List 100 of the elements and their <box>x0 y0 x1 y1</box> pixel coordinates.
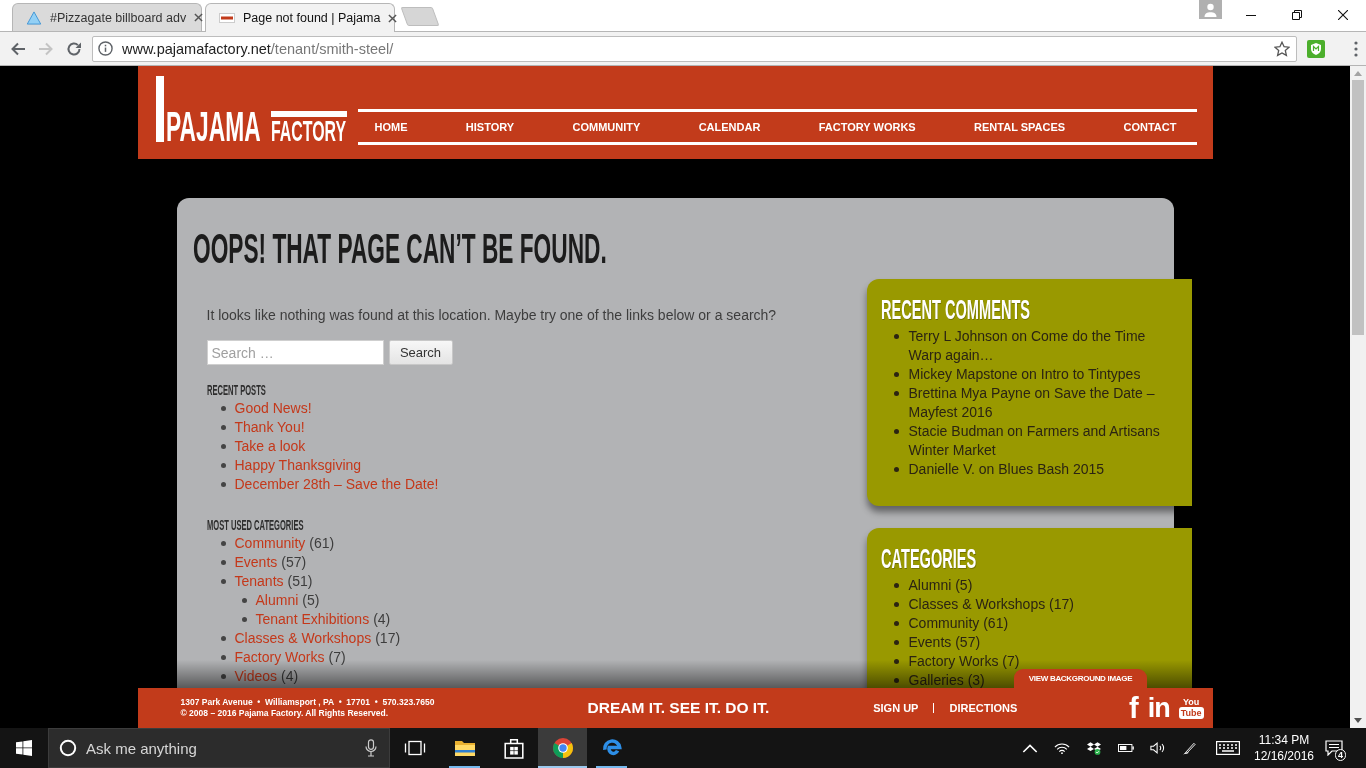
nav-link[interactable]: RENTAL SPACES <box>974 121 1066 133</box>
widget-link[interactable]: Galleries (3) <box>908 671 985 690</box>
bullet-icon <box>893 583 899 588</box>
bullet-icon <box>893 602 899 607</box>
address-text: 1307 Park Avenue • Williamsport , PA • 17701 • 570.323.7650 <box>180 697 436 708</box>
bullet-icon <box>893 467 899 472</box>
restore-icon[interactable] <box>1292 10 1302 20</box>
reload-icon[interactable] <box>66 40 82 57</box>
bullet-icon <box>220 425 226 430</box>
task-view-icon[interactable] <box>404 740 426 756</box>
nav-link[interactable]: CONTACT <box>1123 121 1177 133</box>
notification-count: 4 <box>1335 749 1346 761</box>
bullet-icon <box>220 636 226 641</box>
bullet-icon <box>220 482 226 487</box>
close-icon[interactable] <box>1338 10 1348 20</box>
box-check-icon[interactable] <box>1086 741 1102 755</box>
nav-link[interactable]: CALENDAR <box>698 121 761 133</box>
scroll-down-arrow-icon[interactable] <box>1354 718 1362 723</box>
search-button[interactable]: Search <box>388 340 453 365</box>
section-heading: MOST USED CATEGORIES <box>206 518 303 532</box>
browser-tab[interactable]: Page not found | Pajama <box>205 3 395 32</box>
post-count: (5) <box>302 591 320 610</box>
bullet-icon <box>241 617 247 622</box>
close-icon[interactable] <box>194 13 204 22</box>
bullet-icon <box>893 372 899 377</box>
clock[interactable]: 11:34 PM 12/16/2016 <box>1250 732 1318 764</box>
bullet-icon <box>893 334 899 339</box>
post-count: (7) <box>328 648 346 667</box>
back-arrow-icon[interactable] <box>10 40 26 57</box>
scrollbar[interactable] <box>1350 66 1366 728</box>
bullet-icon <box>220 406 226 411</box>
post-count: (61) <box>309 534 335 553</box>
site-logo-icon <box>219 11 235 25</box>
widget-heading: CATEGORIES <box>880 544 976 574</box>
scrollbar-thumb[interactable] <box>1352 80 1364 335</box>
menu-icon[interactable] <box>1354 40 1358 57</box>
bullet-icon <box>893 640 899 645</box>
bullet-icon <box>220 444 226 449</box>
widget-link[interactable]: Mickey Mapstone on Intro to Tintypes <box>908 365 1141 384</box>
bullet-icon <box>893 391 899 396</box>
bullet-icon <box>220 560 226 565</box>
browser-icon <box>551 737 574 759</box>
widget-link[interactable]: Community (61) <box>908 614 1009 633</box>
battery-icon[interactable] <box>1118 741 1134 755</box>
bullet-icon <box>241 598 247 603</box>
widget-link[interactable]: Brettina Mya Payne on Save the Date – Mayfest 2016 <box>908 384 1178 422</box>
nav-link[interactable]: HOME <box>374 121 408 133</box>
widget-link[interactable]: Stacie Budman on Farmers and Artisans Winter Market <box>908 422 1178 460</box>
browser-tab[interactable]: #Pizzagate billboard adv <box>12 3 202 31</box>
widget-link[interactable]: Factory Works (7) <box>908 652 1020 671</box>
close-icon[interactable] <box>388 13 398 23</box>
widget-link[interactable]: Danielle V. on Blues Bash 2015 <box>908 460 1105 479</box>
footer-link[interactable]: SIGN UP <box>873 702 919 714</box>
windows-logo-icon[interactable] <box>16 740 32 756</box>
bullet-icon <box>220 674 226 679</box>
nav-link[interactable]: HISTORY <box>465 121 515 133</box>
star-icon[interactable] <box>1274 40 1290 57</box>
bullet-icon <box>893 678 899 683</box>
bullet-icon <box>893 429 899 434</box>
wifi-icon[interactable] <box>1054 741 1070 755</box>
intro-text: It looks like nothing was found at this location. Maybe try one of the links below or a search? <box>206 306 778 325</box>
post-count: (4) <box>281 667 299 686</box>
triangle-icon <box>26 10 42 25</box>
bullet-icon <box>220 579 226 584</box>
pen-icon[interactable] <box>1182 741 1198 755</box>
post-count: (51) <box>287 572 313 591</box>
microphone-icon[interactable] <box>365 739 377 757</box>
widget-heading: RECENT COMMENTS <box>880 295 1030 325</box>
post-count: (57) <box>281 553 307 572</box>
ring-icon <box>59 739 77 757</box>
view-background-button[interactable]: VIEW BACKGROUND IMAGE <box>1014 669 1147 688</box>
bullet-icon <box>220 463 226 468</box>
copyright-text: © 2008 – 2016 Pajama Factory. All Rights Reserved. <box>180 708 390 719</box>
keyboard-icon[interactable] <box>1216 741 1240 755</box>
bullet-icon <box>220 655 226 660</box>
nav-link[interactable]: COMMUNITY <box>572 121 641 133</box>
bullet-icon <box>893 659 899 664</box>
info-icon[interactable] <box>98 41 113 56</box>
notification-icon[interactable] <box>1325 740 1343 756</box>
section-heading: RECENT POSTS <box>206 383 266 397</box>
page-title: OOPS! THAT PAGE CAN’T BE FOUND. <box>192 226 607 272</box>
widget-link[interactable]: Classes & Workshops (17) <box>908 595 1074 614</box>
taskbar-button[interactable] <box>538 728 587 768</box>
nav-link[interactable]: FACTORY WORKS <box>818 121 916 133</box>
post-count: (17) <box>375 629 401 648</box>
post-count: (4) <box>373 610 391 629</box>
shield-icon[interactable] <box>1307 39 1325 58</box>
widget-link[interactable]: Alumni (5) <box>908 576 973 595</box>
bullet-icon <box>893 621 899 626</box>
site-logo[interactable]: PAJAMA FACTORY <box>155 76 348 142</box>
volume-icon[interactable] <box>1150 741 1166 755</box>
footer-link[interactable]: DIRECTIONS <box>949 702 1018 714</box>
widget-link[interactable]: Terry L Johnson on Come do the Time Warp again… <box>908 327 1178 365</box>
address-bar[interactable]: www.pajamafactory.net/tenant/smith-steel/ <box>92 35 1297 62</box>
bullet-icon <box>220 541 226 546</box>
search-field[interactable]: Ask me anything <box>48 728 390 768</box>
slogan: DREAM IT. SEE IT. DO IT. <box>587 699 770 717</box>
social-link[interactable]: f <box>1129 693 1139 723</box>
social-link[interactable]: in <box>1147 693 1170 723</box>
widget-link[interactable]: Events (57) <box>908 633 981 652</box>
